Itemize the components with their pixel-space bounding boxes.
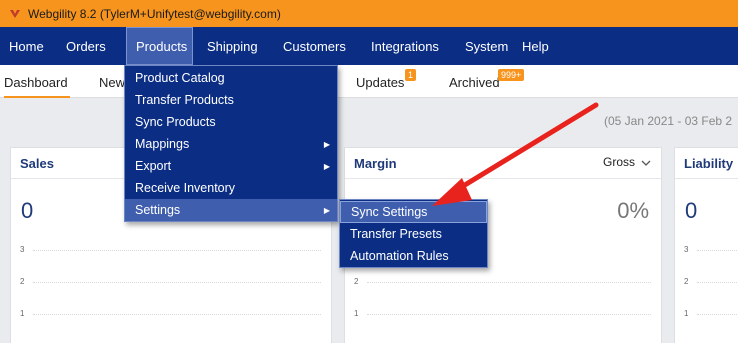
y-tick: 2 xyxy=(354,277,359,286)
menu-orders[interactable]: Orders xyxy=(48,27,126,65)
sub-tab-bar: Dashboard New Updates 1 Archived 999+ xyxy=(0,65,738,98)
y-tick: 1 xyxy=(354,309,359,318)
margin-value: 0% xyxy=(617,198,649,223)
menu-item-export[interactable]: Export ▶ xyxy=(125,155,337,177)
margin-filter-value: Gross xyxy=(602,155,635,169)
grid-line xyxy=(33,250,321,251)
menu-item-settings[interactable]: Settings ▶ xyxy=(125,199,337,221)
menu-customers[interactable]: Customers xyxy=(271,27,359,65)
submenu-arrow-icon: ▶ xyxy=(323,161,330,171)
sales-value: 0 xyxy=(21,198,34,223)
liability-card: Liability 0 3 2 1 xyxy=(674,147,738,343)
y-tick: 3 xyxy=(684,245,689,254)
tab-archived[interactable]: Archived 999+ xyxy=(449,69,525,90)
menu-item-receive-inventory[interactable]: Receive Inventory xyxy=(125,177,337,199)
y-tick: 1 xyxy=(20,309,25,318)
menu-item-export-label: Export xyxy=(135,159,172,173)
liability-value: 0 xyxy=(685,198,698,223)
menu-item-sync-products[interactable]: Sync Products xyxy=(125,111,337,133)
menu-system[interactable]: System xyxy=(455,27,517,65)
menu-shipping[interactable]: Shipping xyxy=(193,27,271,65)
products-dropdown-menu: Product Catalog Transfer Products Sync P… xyxy=(124,65,338,222)
date-range-label[interactable]: (05 Jan 2021 - 03 Feb 2 xyxy=(604,114,732,128)
grid-line xyxy=(697,250,738,251)
menu-home[interactable]: Home xyxy=(0,27,48,65)
menu-item-settings-label: Settings xyxy=(135,203,181,217)
card-divider xyxy=(345,178,661,179)
menu-item-sync-settings[interactable]: Sync Settings xyxy=(340,201,487,223)
menu-item-mappings[interactable]: Mappings ▶ xyxy=(125,133,337,155)
updates-count-badge: 1 xyxy=(405,69,417,81)
margin-filter-dropdown[interactable]: Gross xyxy=(603,155,651,169)
tab-dashboard[interactable]: Dashboard xyxy=(4,75,70,98)
submenu-arrow-icon: ▶ xyxy=(323,205,330,215)
tab-archived-label: Archived xyxy=(449,75,500,90)
menu-item-automation-rules[interactable]: Automation Rules xyxy=(340,245,487,267)
tab-new-label: New xyxy=(99,75,126,90)
y-tick: 2 xyxy=(684,277,689,286)
menu-help[interactable]: Help xyxy=(517,27,557,65)
main-menu-bar: Home Orders Products Shipping Customers … xyxy=(0,27,738,65)
tab-updates-label: Updates xyxy=(356,75,405,90)
chevron-down-icon xyxy=(641,155,651,169)
menu-item-mappings-label: Mappings xyxy=(135,137,190,151)
menu-item-product-catalog[interactable]: Product Catalog xyxy=(125,67,337,89)
y-tick: 2 xyxy=(20,277,25,286)
window-title: Webgility 8.2 (TylerM+Unifytest@webgilit… xyxy=(28,6,281,21)
grid-line xyxy=(33,282,321,283)
grid-line xyxy=(367,282,651,283)
margin-title: Margin xyxy=(354,156,397,171)
card-divider xyxy=(675,178,738,179)
liability-title: Liability xyxy=(684,156,734,171)
menu-item-transfer-products[interactable]: Transfer Products xyxy=(125,89,337,111)
settings-submenu: Sync Settings Transfer Presets Automatio… xyxy=(339,199,488,268)
menu-integrations[interactable]: Integrations xyxy=(359,27,455,65)
grid-line xyxy=(697,314,738,315)
y-tick: 3 xyxy=(20,245,25,254)
menu-item-transfer-presets[interactable]: Transfer Presets xyxy=(340,223,487,245)
archived-count-badge: 999+ xyxy=(498,69,525,81)
title-bar: Webgility 8.2 (TylerM+Unifytest@webgilit… xyxy=(0,0,738,27)
submenu-arrow-icon: ▶ xyxy=(323,139,330,149)
grid-line xyxy=(367,314,651,315)
menu-products[interactable]: Products xyxy=(126,27,193,65)
sales-title: Sales xyxy=(20,156,54,171)
tab-dashboard-label: Dashboard xyxy=(4,75,68,90)
tab-new[interactable]: New xyxy=(99,75,125,90)
y-tick: 1 xyxy=(684,309,689,318)
app-logo-icon xyxy=(8,8,22,20)
grid-line xyxy=(697,282,738,283)
grid-line xyxy=(33,314,321,315)
tab-updates[interactable]: Updates 1 xyxy=(356,69,417,90)
